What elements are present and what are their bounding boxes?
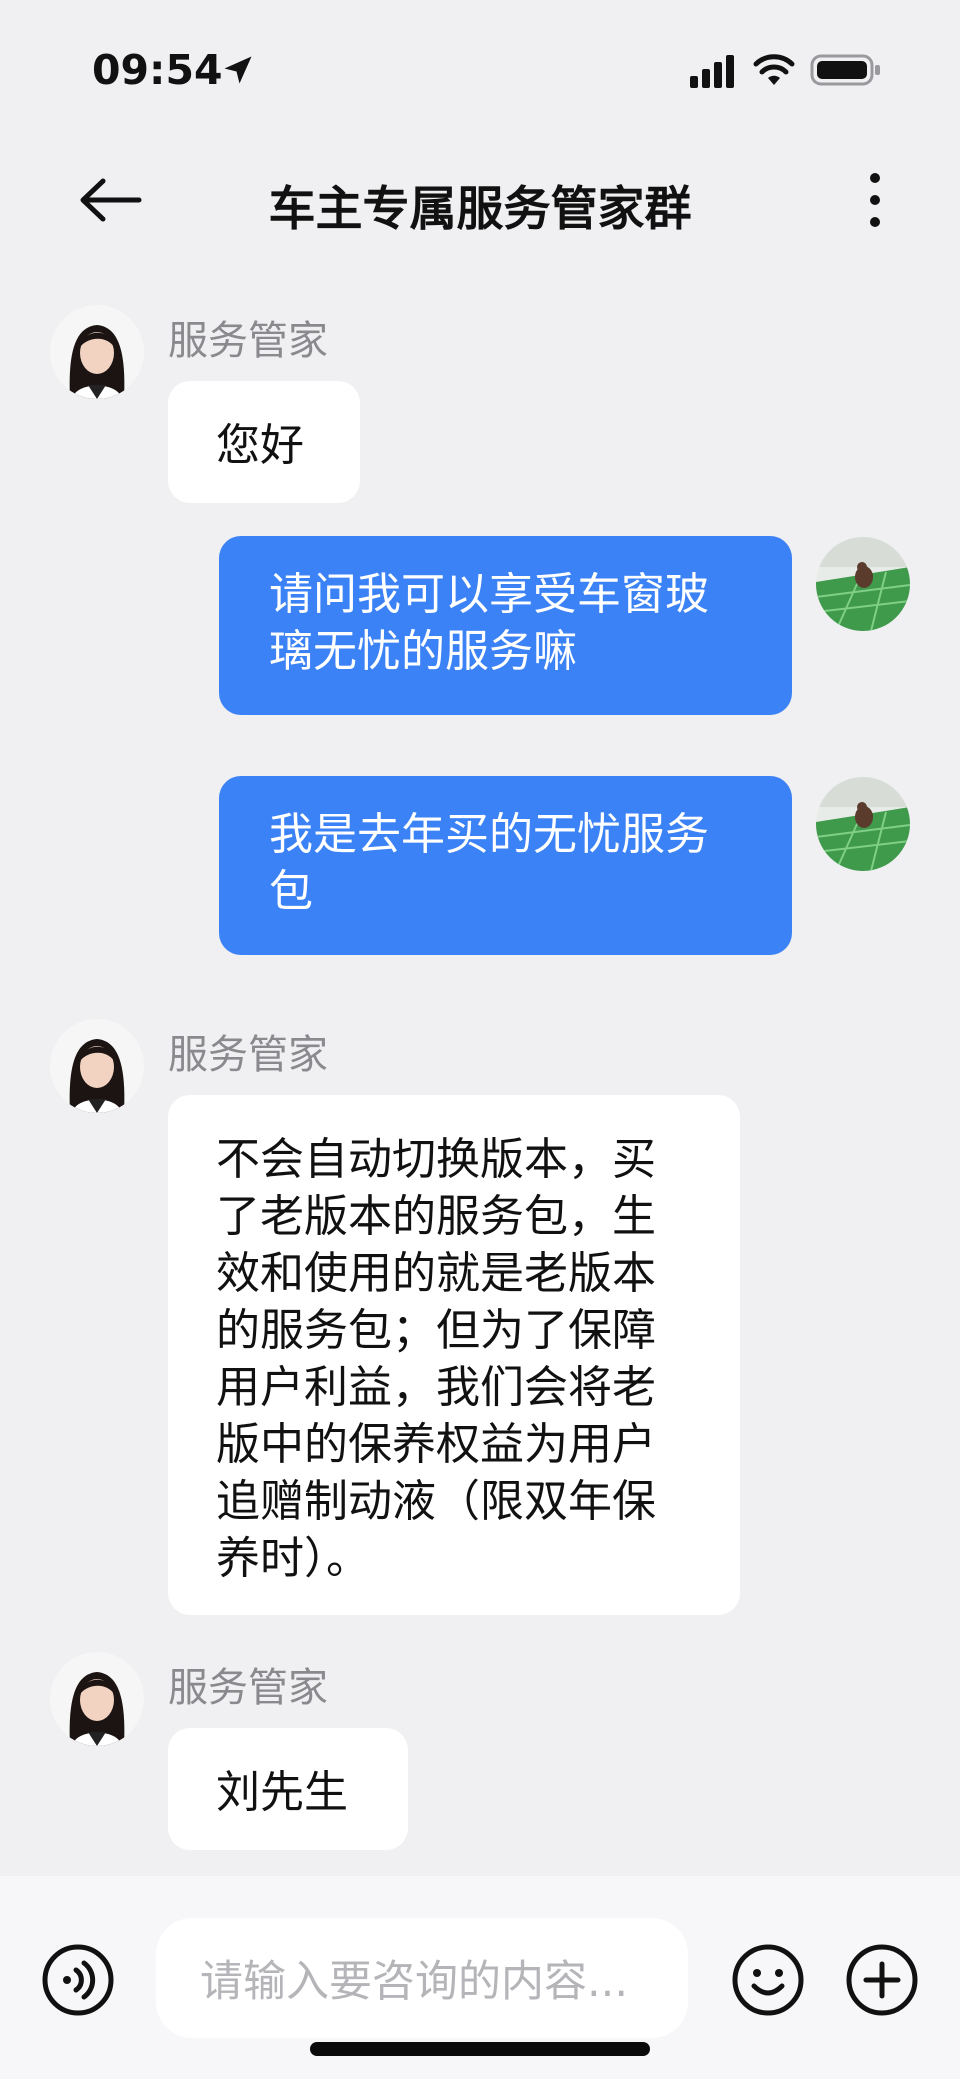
more-options-button[interactable]: [840, 165, 910, 235]
message-bubble-incoming[interactable]: 不会自动切换版本，买了老版本的服务包，生效和使用的就是老版本的服务包；但为了保障…: [168, 1095, 740, 1615]
message-bubble-incoming[interactable]: 您好: [168, 381, 360, 503]
agent-avatar[interactable]: [50, 1652, 144, 1746]
arrow-left-icon: [80, 178, 142, 222]
voice-input-icon[interactable]: [40, 1942, 116, 2018]
message-input[interactable]: 请输入要咨询的内容...: [156, 1918, 688, 2038]
cellular-signal-icon: [690, 55, 734, 88]
message-bubble-outgoing[interactable]: 我是去年买的无忧服务包: [219, 776, 792, 955]
user-avatar[interactable]: [816, 777, 910, 871]
sender-name: 服务管家: [168, 1032, 328, 1078]
plus-circle-icon[interactable]: [844, 1942, 920, 2018]
emoji-smile-icon[interactable]: [730, 1942, 806, 2018]
agent-avatar[interactable]: [50, 1019, 144, 1113]
message-bubble-outgoing[interactable]: 请问我可以享受车窗玻璃无忧的服务嘛: [219, 536, 792, 715]
message-bubble-incoming[interactable]: 刘先生: [168, 1728, 408, 1850]
back-button[interactable]: [70, 165, 150, 235]
user-avatar[interactable]: [816, 537, 910, 631]
status-bar: 09:54: [0, 0, 960, 140]
agent-avatar[interactable]: [50, 305, 144, 399]
more-vertical-icon: [870, 173, 880, 227]
battery-icon: [810, 54, 880, 86]
home-indicator: [310, 2042, 650, 2056]
input-bar: 请输入要咨询的内容...: [0, 1876, 960, 2079]
chat-title: 车主专属服务管家群: [268, 182, 692, 237]
sender-name: 服务管家: [168, 318, 328, 364]
location-arrow-icon: [224, 56, 252, 84]
sender-name: 服务管家: [168, 1665, 328, 1711]
nav-bar: 车主专属服务管家群: [0, 140, 960, 260]
wifi-icon: [753, 54, 795, 85]
status-time: 09:54: [92, 46, 223, 94]
